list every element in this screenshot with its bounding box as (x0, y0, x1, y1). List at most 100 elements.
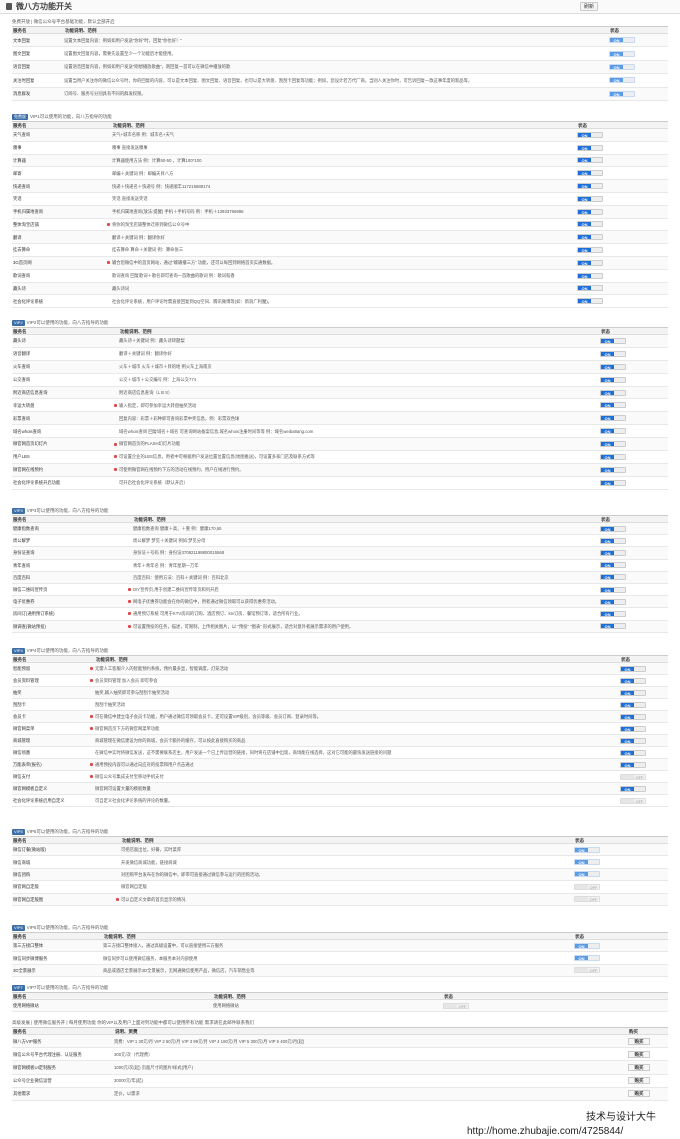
status-toggle[interactable]: ON (620, 701, 646, 708)
buy-button[interactable]: 购买 (628, 1050, 650, 1058)
buy-button[interactable]: 购买 (628, 1063, 650, 1071)
status-toggle[interactable]: ON (577, 144, 603, 151)
table-row: 微信团购 对团购平台发布在你的微信中，即带可直接通过微信参与运行的团购活动。 ON (12, 868, 668, 882)
service-description: 使用网络微站 (213, 1002, 239, 1008)
status-cell: ON (600, 363, 668, 370)
status-toggle[interactable]: ON (574, 871, 600, 878)
status-toggle[interactable]: ON (600, 337, 626, 344)
status-toggle[interactable]: ON (600, 350, 626, 357)
status-toggle[interactable]: ON (609, 50, 635, 57)
status-toggle[interactable]: ON (620, 749, 646, 756)
status-toggle[interactable]: OFF (574, 883, 600, 890)
status-toggle[interactable]: ON (609, 77, 635, 84)
tier-badge: VIP2 (12, 319, 25, 326)
status-toggle[interactable]: OFF (620, 773, 646, 780)
status-toggle[interactable]: ON (600, 402, 626, 409)
status-toggle[interactable]: ON (577, 285, 603, 292)
buy-button[interactable]: 购买 (628, 1077, 650, 1085)
status-toggle[interactable]: ON (609, 90, 635, 97)
service-name: 微信公众号平台代理注册、认证服务 (13, 1051, 82, 1057)
service-name: 邮寄 (13, 170, 22, 176)
service-description: 订阅号、服务号分别具有不同的群发权限。 (64, 91, 146, 97)
status-toggle[interactable]: ON (620, 713, 646, 720)
status-cell: ON (609, 77, 668, 84)
status-toggle[interactable]: ON (600, 623, 626, 630)
status-toggle[interactable]: OFF (620, 797, 646, 804)
toggle-on-label: ON (610, 64, 623, 69)
status-toggle[interactable]: ON (620, 677, 646, 684)
toggle-on-label: ON (601, 599, 614, 604)
status-toggle[interactable]: ON (620, 725, 646, 732)
service-name-cell: 用户LBS (12, 454, 119, 459)
status-toggle[interactable]: OFF (574, 967, 600, 974)
status-toggle[interactable]: ON (620, 737, 646, 744)
status-toggle[interactable]: ON (600, 549, 626, 556)
buy-button[interactable]: 购买 (628, 1037, 650, 1045)
toggle-on-label: ON (578, 158, 591, 163)
service-name: 笑话 (13, 196, 22, 202)
status-toggle[interactable]: ON (574, 859, 600, 866)
status-toggle[interactable]: ON (577, 221, 603, 228)
status-toggle[interactable]: ON (600, 376, 626, 383)
status-toggle[interactable]: ON (600, 415, 626, 422)
service-description: 设置当用户关注你的微信公众号时，你的回复的内容，可以是文本回复、图文回复、语音回… (64, 77, 473, 83)
toggle-off-label: OFF (589, 884, 598, 890)
status-toggle[interactable]: ON (620, 665, 646, 672)
status-toggle[interactable]: ON (577, 131, 603, 138)
table-row: 微官网自定版图 可以自定义文章的首页显示的情况 OFF (12, 893, 668, 906)
status-toggle[interactable]: ON (600, 363, 626, 370)
status-toggle[interactable]: ON (600, 562, 626, 569)
status-toggle[interactable]: OFF (443, 1002, 469, 1009)
status-toggle[interactable]: ON (600, 479, 626, 486)
status-toggle[interactable]: ON (600, 428, 626, 435)
status-toggle[interactable]: ON (600, 525, 626, 532)
status-toggle[interactable]: ON (574, 846, 600, 853)
status-toggle[interactable]: ON (577, 170, 603, 177)
status-cell: ON (577, 157, 668, 164)
service-name: 智能预留 (13, 665, 31, 671)
status-toggle[interactable]: OFF (574, 896, 600, 903)
status-toggle[interactable]: ON (577, 157, 603, 164)
status-toggle[interactable]: ON (620, 785, 646, 792)
status-toggle[interactable]: ON (609, 63, 635, 70)
status-toggle[interactable]: ON (600, 586, 626, 593)
status-toggle[interactable]: ON (600, 453, 626, 460)
status-toggle[interactable]: ON (600, 537, 626, 544)
service-name-cell: 健康指数查询 (12, 526, 133, 531)
status-toggle[interactable]: ON (620, 689, 646, 696)
watermark-url: http://home.zhubajie.com/4725844/ (467, 1126, 624, 1137)
status-toggle[interactable]: ON (600, 441, 626, 448)
table-row: 糗事 糗事 直接发送糗事 ON (12, 142, 668, 155)
service-description: 歌词查询 回复歌词＋歌名即可查询一首歌曲的歌词 例：歌词稻香 (112, 273, 235, 279)
status-toggle[interactable]: ON (577, 183, 603, 190)
status-toggle[interactable]: ON (600, 389, 626, 396)
refresh-button[interactable]: 刷新 (580, 2, 598, 11)
status-toggle[interactable]: ON (577, 247, 603, 254)
table-row: 社会化评论系统开启功能 可开启社会化评论系统（默认开启） ON (12, 477, 668, 490)
section-header: VIP4 VIP4可以使用的功能，向八方指导的功能 (12, 646, 668, 655)
toggle-on-label: ON (575, 956, 588, 961)
status-toggle[interactable]: ON (577, 272, 603, 279)
status-toggle[interactable]: ON (600, 598, 626, 605)
status-cell: ON (620, 737, 668, 744)
table-row: 微信喷墨 在微信中实时将微信发送，这不需要联系店主，用户发送一个已上传运营的链接，… (12, 747, 668, 759)
toggle-on-label: ON (610, 51, 623, 56)
status-toggle[interactable]: ON (600, 610, 626, 617)
section-description: VIP2可以使用的功能，向八方指导的功能 (26, 319, 109, 325)
status-toggle[interactable]: ON (600, 466, 626, 473)
status-toggle[interactable]: ON (574, 942, 600, 949)
status-toggle[interactable]: ON (600, 574, 626, 581)
status-toggle[interactable]: ON (577, 208, 603, 215)
service-name-cell: 微信团购 (12, 872, 121, 877)
status-toggle[interactable]: ON (577, 195, 603, 202)
status-toggle[interactable]: ON (577, 234, 603, 241)
status-toggle[interactable]: ON (577, 298, 603, 305)
service-description: 计算器使用方法 例：计算50-50 ，计算100*100 (112, 157, 202, 163)
status-toggle[interactable]: ON (620, 761, 646, 768)
toggle-knob (591, 145, 602, 150)
toggle-knob (623, 38, 634, 43)
buy-button[interactable]: 购买 (628, 1090, 650, 1098)
status-toggle[interactable]: ON (574, 955, 600, 962)
status-toggle[interactable]: ON (577, 259, 603, 266)
status-toggle[interactable]: ON (609, 37, 635, 44)
